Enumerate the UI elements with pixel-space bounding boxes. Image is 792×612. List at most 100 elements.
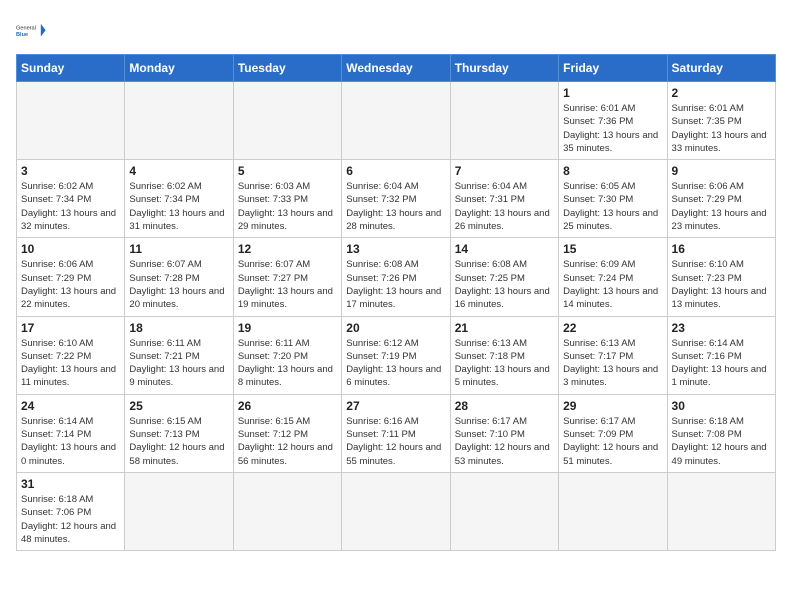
day-sun-info: Sunrise: 6:16 AM Sunset: 7:11 PM Dayligh…	[346, 415, 445, 468]
col-header-thursday: Thursday	[450, 55, 558, 82]
calendar-cell: 2Sunrise: 6:01 AM Sunset: 7:35 PM Daylig…	[667, 82, 775, 160]
calendar-cell	[342, 82, 450, 160]
calendar-cell: 6 Sunrise: 6:04 AM Sunset: 7:32 PM Daylig…	[342, 160, 450, 238]
calendar-cell: 5Sunrise: 6:03 AM Sunset: 7:33 PM Daylig…	[233, 160, 341, 238]
day-number: 2	[672, 86, 771, 100]
calendar-cell	[233, 82, 341, 160]
day-sun-info: Sunrise: 6:10 AM Sunset: 7:22 PM Dayligh…	[21, 337, 120, 390]
calendar-cell: 13 Sunrise: 6:08 AM Sunset: 7:26 PM Dayli…	[342, 238, 450, 316]
calendar-week-row: 17 Sunrise: 6:10 AM Sunset: 7:22 PM Dayli…	[17, 316, 776, 394]
calendar-cell	[17, 82, 125, 160]
day-sun-info: Sunrise: 6:14 AM Sunset: 7:14 PM Dayligh…	[21, 415, 120, 468]
calendar-cell: 23Sunrise: 6:14 AM Sunset: 7:16 PM Dayli…	[667, 316, 775, 394]
day-sun-info: Sunrise: 6:02 AM Sunset: 7:34 PM Dayligh…	[129, 180, 228, 233]
day-number: 7	[455, 164, 554, 178]
day-sun-info: Sunrise: 6:08 AM Sunset: 7:26 PM Dayligh…	[346, 258, 445, 311]
day-sun-info: Sunrise: 6:15 AM Sunset: 7:12 PM Dayligh…	[238, 415, 337, 468]
calendar-week-row: 3 Sunrise: 6:02 AM Sunset: 7:34 PM Daylig…	[17, 160, 776, 238]
col-header-monday: Monday	[125, 55, 233, 82]
day-number: 19	[238, 321, 337, 335]
day-sun-info: Sunrise: 6:02 AM Sunset: 7:34 PM Dayligh…	[21, 180, 120, 233]
day-number: 25	[129, 399, 228, 413]
day-sun-info: Sunrise: 6:11 AM Sunset: 7:21 PM Dayligh…	[129, 337, 228, 390]
calendar-cell: 22 Sunrise: 6:13 AM Sunset: 7:17 PM Dayli…	[559, 316, 667, 394]
calendar-cell: 29Sunrise: 6:17 AM Sunset: 7:09 PM Dayli…	[559, 394, 667, 472]
svg-text:General: General	[16, 25, 36, 31]
calendar-cell: 26 Sunrise: 6:15 AM Sunset: 7:12 PM Dayli…	[233, 394, 341, 472]
day-number: 10	[21, 242, 120, 256]
day-number: 27	[346, 399, 445, 413]
calendar-cell: 4 Sunrise: 6:02 AM Sunset: 7:34 PM Daylig…	[125, 160, 233, 238]
calendar-cell: 9Sunrise: 6:06 AM Sunset: 7:29 PM Daylig…	[667, 160, 775, 238]
calendar-cell: 3 Sunrise: 6:02 AM Sunset: 7:34 PM Daylig…	[17, 160, 125, 238]
calendar-cell: 16 Sunrise: 6:10 AM Sunset: 7:23 PM Dayli…	[667, 238, 775, 316]
day-sun-info: Sunrise: 6:15 AM Sunset: 7:13 PM Dayligh…	[129, 415, 228, 468]
day-sun-info: Sunrise: 6:09 AM Sunset: 7:24 PM Dayligh…	[563, 258, 662, 311]
day-number: 20	[346, 321, 445, 335]
day-number: 4	[129, 164, 228, 178]
day-sun-info: Sunrise: 6:12 AM Sunset: 7:19 PM Dayligh…	[346, 337, 445, 390]
day-sun-info: Sunrise: 6:18 AM Sunset: 7:08 PM Dayligh…	[672, 415, 771, 468]
day-number: 8	[563, 164, 662, 178]
generalblue-logo-icon: GeneralBlue	[16, 16, 48, 44]
day-number: 26	[238, 399, 337, 413]
day-number: 16	[672, 242, 771, 256]
col-header-tuesday: Tuesday	[233, 55, 341, 82]
day-sun-info: Sunrise: 6:04 AM Sunset: 7:31 PM Dayligh…	[455, 180, 554, 233]
calendar-cell: 20 Sunrise: 6:12 AM Sunset: 7:19 PM Dayli…	[342, 316, 450, 394]
day-sun-info: Sunrise: 6:07 AM Sunset: 7:27 PM Dayligh…	[238, 258, 337, 311]
day-number: 21	[455, 321, 554, 335]
calendar-cell: 17 Sunrise: 6:10 AM Sunset: 7:22 PM Dayli…	[17, 316, 125, 394]
calendar-cell: 18 Sunrise: 6:11 AM Sunset: 7:21 PM Dayli…	[125, 316, 233, 394]
calendar-cell: 31Sunrise: 6:18 AM Sunset: 7:06 PM Dayli…	[17, 472, 125, 550]
day-sun-info: Sunrise: 6:11 AM Sunset: 7:20 PM Dayligh…	[238, 337, 337, 390]
day-number: 3	[21, 164, 120, 178]
calendar-cell	[342, 472, 450, 550]
calendar-cell	[125, 472, 233, 550]
calendar-week-row: 24Sunrise: 6:14 AM Sunset: 7:14 PM Dayli…	[17, 394, 776, 472]
day-sun-info: Sunrise: 6:13 AM Sunset: 7:17 PM Dayligh…	[563, 337, 662, 390]
calendar-cell: 7 Sunrise: 6:04 AM Sunset: 7:31 PM Daylig…	[450, 160, 558, 238]
calendar-cell	[667, 472, 775, 550]
calendar-cell	[559, 472, 667, 550]
day-number: 17	[21, 321, 120, 335]
calendar-cell	[125, 82, 233, 160]
calendar-cell: 27 Sunrise: 6:16 AM Sunset: 7:11 PM Dayli…	[342, 394, 450, 472]
calendar-table: SundayMondayTuesdayWednesdayThursdayFrid…	[16, 54, 776, 551]
day-number: 12	[238, 242, 337, 256]
calendar-cell: 24Sunrise: 6:14 AM Sunset: 7:14 PM Dayli…	[17, 394, 125, 472]
day-sun-info: Sunrise: 6:04 AM Sunset: 7:32 PM Dayligh…	[346, 180, 445, 233]
calendar-cell: 12 Sunrise: 6:07 AM Sunset: 7:27 PM Dayli…	[233, 238, 341, 316]
calendar-cell: 25 Sunrise: 6:15 AM Sunset: 7:13 PM Dayli…	[125, 394, 233, 472]
day-number: 9	[672, 164, 771, 178]
calendar-week-row: 10 Sunrise: 6:06 AM Sunset: 7:29 PM Dayli…	[17, 238, 776, 316]
col-header-friday: Friday	[559, 55, 667, 82]
col-header-sunday: Sunday	[17, 55, 125, 82]
day-number: 13	[346, 242, 445, 256]
calendar-cell: 14Sunrise: 6:08 AM Sunset: 7:25 PM Dayli…	[450, 238, 558, 316]
day-number: 1	[563, 86, 662, 100]
day-sun-info: Sunrise: 6:05 AM Sunset: 7:30 PM Dayligh…	[563, 180, 662, 233]
day-number: 11	[129, 242, 228, 256]
page-header: GeneralBlue	[16, 16, 776, 44]
day-number: 5	[238, 164, 337, 178]
day-sun-info: Sunrise: 6:10 AM Sunset: 7:23 PM Dayligh…	[672, 258, 771, 311]
calendar-week-row: 1Sunrise: 6:01 AM Sunset: 7:36 PM Daylig…	[17, 82, 776, 160]
day-sun-info: Sunrise: 6:17 AM Sunset: 7:10 PM Dayligh…	[455, 415, 554, 468]
day-number: 18	[129, 321, 228, 335]
col-header-saturday: Saturday	[667, 55, 775, 82]
calendar-cell: 8 Sunrise: 6:05 AM Sunset: 7:30 PM Daylig…	[559, 160, 667, 238]
day-sun-info: Sunrise: 6:17 AM Sunset: 7:09 PM Dayligh…	[563, 415, 662, 468]
day-number: 31	[21, 477, 120, 491]
day-sun-info: Sunrise: 6:07 AM Sunset: 7:28 PM Dayligh…	[129, 258, 228, 311]
calendar-cell: 1Sunrise: 6:01 AM Sunset: 7:36 PM Daylig…	[559, 82, 667, 160]
calendar-cell: 28Sunrise: 6:17 AM Sunset: 7:10 PM Dayli…	[450, 394, 558, 472]
calendar-cell: 30Sunrise: 6:18 AM Sunset: 7:08 PM Dayli…	[667, 394, 775, 472]
calendar-cell: 19 Sunrise: 6:11 AM Sunset: 7:20 PM Dayli…	[233, 316, 341, 394]
calendar-cell	[450, 472, 558, 550]
day-number: 6	[346, 164, 445, 178]
svg-text:Blue: Blue	[16, 32, 28, 38]
day-number: 22	[563, 321, 662, 335]
day-number: 23	[672, 321, 771, 335]
day-sun-info: Sunrise: 6:06 AM Sunset: 7:29 PM Dayligh…	[21, 258, 120, 311]
